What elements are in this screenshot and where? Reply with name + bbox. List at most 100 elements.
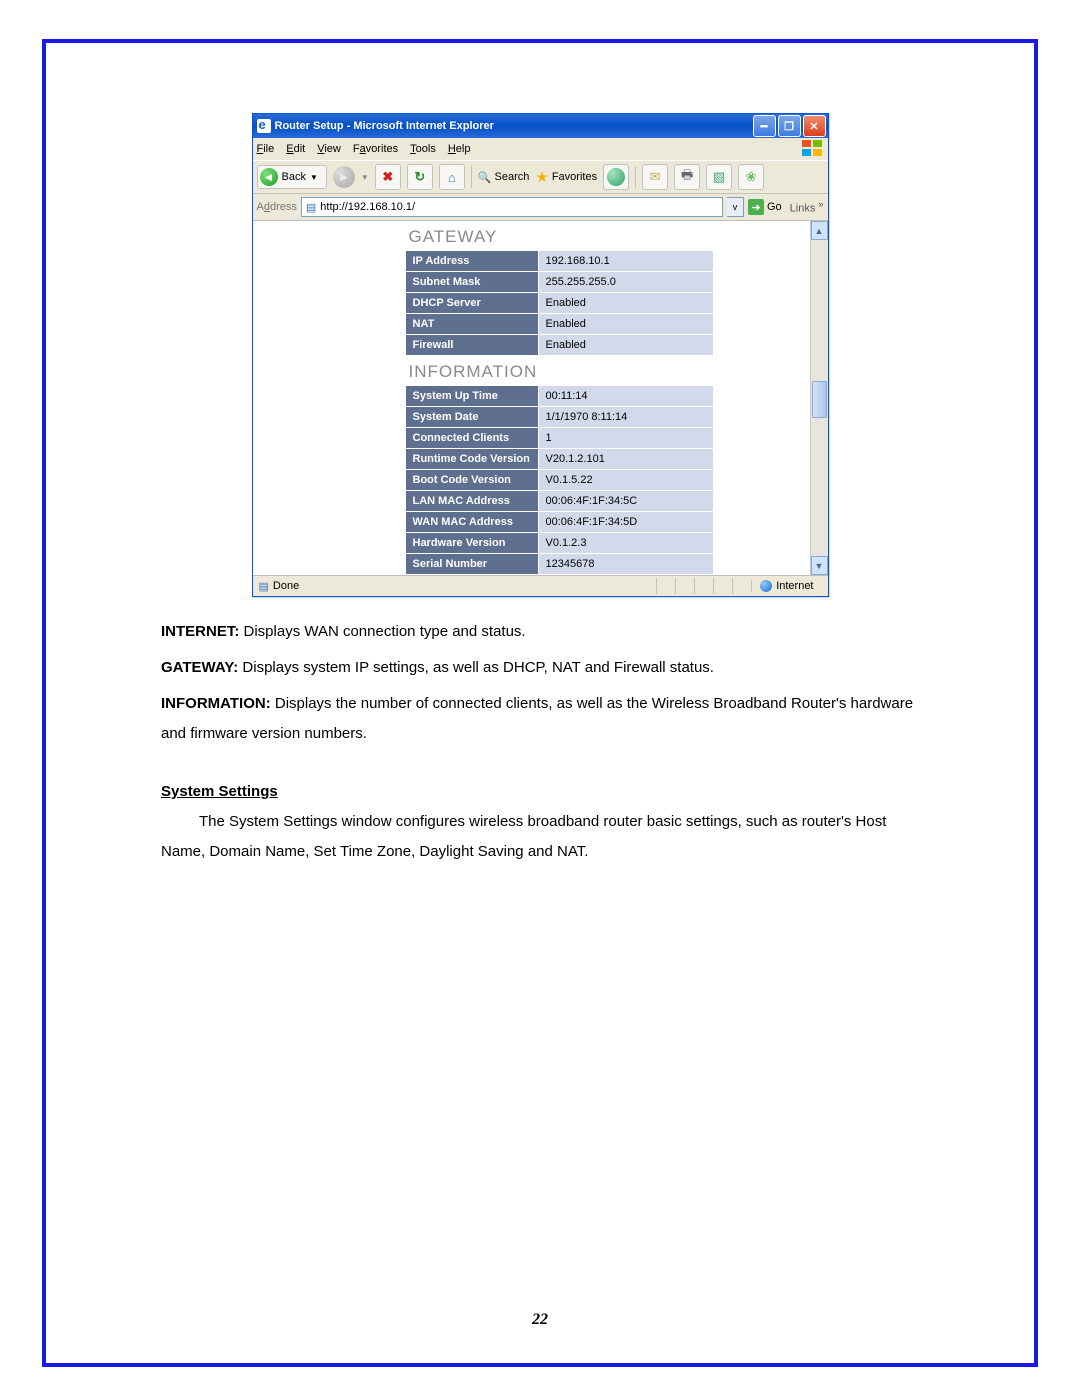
url-text: http://192.168.10.1/ — [320, 201, 415, 213]
chevron-down-icon: ▼ — [361, 173, 369, 182]
row-key: Hardware Version — [405, 533, 538, 554]
messenger-button[interactable]: ❀ — [738, 164, 764, 190]
table-row: Boot Code VersionV0.1.5.22 — [405, 470, 713, 491]
print-button[interactable]: 🖶 — [674, 164, 700, 190]
ie-window: Router Setup - Microsoft Internet Explor… — [252, 113, 829, 597]
edit-button[interactable]: ▧ — [706, 164, 732, 190]
mail-button[interactable]: ✉ — [642, 164, 668, 190]
table-row: System Up Time00:11:14 — [405, 386, 713, 407]
windows-flag-icon — [802, 140, 824, 158]
address-label: Address — [257, 201, 297, 213]
table-row: Serial Number12345678 — [405, 554, 713, 575]
scroll-thumb[interactable] — [812, 381, 827, 418]
row-value: Enabled — [538, 293, 713, 314]
search-icon: 🔍 — [478, 171, 492, 184]
row-key: System Date — [405, 407, 538, 428]
search-button[interactable]: 🔍 Search — [478, 171, 530, 184]
row-key: IP Address — [405, 251, 538, 272]
stop-button[interactable]: ✖ — [375, 164, 401, 190]
row-value: 00:06:4F:1F:34:5C — [538, 491, 713, 512]
scroll-down-icon[interactable]: ▼ — [811, 556, 828, 575]
page-content: GATEWAY IP Address192.168.10.1Subnet Mas… — [253, 221, 828, 575]
home-button[interactable]: ⌂ — [439, 164, 465, 190]
row-value: 192.168.10.1 — [538, 251, 713, 272]
page-icon: ▤ — [259, 580, 269, 593]
security-zone: Internet — [751, 580, 821, 592]
scroll-up-icon[interactable]: ▲ — [811, 221, 828, 240]
table-row: DHCP ServerEnabled — [405, 293, 713, 314]
menu-edit[interactable]: Edit — [286, 143, 305, 155]
row-key: NAT — [405, 314, 538, 335]
refresh-button[interactable]: ↻ — [407, 164, 433, 190]
address-bar: Address ▤ http://192.168.10.1/ v ➔ Go Li… — [253, 194, 828, 221]
system-settings-paragraph: The System Settings window configures wi… — [161, 807, 919, 867]
row-key: Firewall — [405, 335, 538, 356]
toolbar: ◄ Back ▼ ► ▼ ✖ ↻ ⌂ 🔍 Search ★ Favorites — [253, 160, 828, 194]
forward-button[interactable]: ► — [333, 166, 355, 188]
row-key: Connected Clients — [405, 428, 538, 449]
row-key: Serial Number — [405, 554, 538, 575]
menu-favorites[interactable]: Favorites — [353, 143, 398, 155]
section-header-information: INFORMATION — [405, 356, 810, 385]
row-value: Enabled — [538, 314, 713, 335]
vertical-scrollbar[interactable]: ▲ ▼ — [810, 221, 828, 575]
table-row: WAN MAC Address00:06:4F:1F:34:5D — [405, 512, 713, 533]
links-label[interactable]: Links » — [790, 199, 824, 215]
page-icon: ▤ — [306, 201, 316, 214]
window-titlebar[interactable]: Router Setup - Microsoft Internet Explor… — [253, 114, 828, 138]
history-button[interactable] — [603, 164, 629, 190]
back-label: Back — [282, 171, 306, 183]
menu-help[interactable]: Help — [448, 143, 471, 155]
row-value: 00:06:4F:1F:34:5D — [538, 512, 713, 533]
menu-file[interactable]: File — [257, 143, 275, 155]
url-field[interactable]: ▤ http://192.168.10.1/ — [301, 197, 723, 217]
row-key: System Up Time — [405, 386, 538, 407]
go-button[interactable]: ➔ Go — [748, 199, 782, 215]
label-gateway: GATEWAY: — [161, 659, 238, 676]
document-body-text: INTERNET: Displays WAN connection type a… — [161, 617, 919, 867]
table-row: LAN MAC Address00:06:4F:1F:34:5C — [405, 491, 713, 512]
row-key: LAN MAC Address — [405, 491, 538, 512]
page-number: 22 — [46, 1311, 1034, 1329]
section-header-gateway: GATEWAY — [405, 221, 810, 250]
back-button[interactable]: ◄ Back ▼ — [257, 165, 327, 189]
row-value: 12345678 — [538, 554, 713, 575]
row-key: Runtime Code Version — [405, 449, 538, 470]
gateway-table: IP Address192.168.10.1Subnet Mask255.255… — [405, 250, 714, 356]
row-key: Subnet Mask — [405, 272, 538, 293]
menu-tools[interactable]: Tools — [410, 143, 436, 155]
table-row: Subnet Mask255.255.255.0 — [405, 272, 713, 293]
menu-bar: File Edit View Favorites Tools Help — [253, 138, 828, 160]
close-button[interactable]: ✕ — [803, 115, 826, 137]
window-title: Router Setup - Microsoft Internet Explor… — [275, 120, 494, 132]
chevron-down-icon: ▼ — [310, 173, 318, 182]
row-value: Enabled — [538, 335, 713, 356]
information-table: System Up Time00:11:14System Date1/1/197… — [405, 385, 714, 575]
internet-zone-icon — [760, 580, 772, 592]
favorites-button[interactable]: ★ Favorites — [535, 168, 597, 186]
maximize-button[interactable]: ❐ — [778, 115, 801, 137]
table-row: Hardware VersionV0.1.2.3 — [405, 533, 713, 554]
row-value: 255.255.255.0 — [538, 272, 713, 293]
row-key: Boot Code Version — [405, 470, 538, 491]
table-row: NATEnabled — [405, 314, 713, 335]
minimize-button[interactable]: ━ — [753, 115, 776, 137]
star-icon: ★ — [535, 168, 548, 186]
url-dropdown[interactable]: v — [727, 197, 744, 217]
ie-logo-icon — [257, 119, 271, 133]
menu-view[interactable]: View — [317, 143, 341, 155]
row-value: V0.1.2.3 — [538, 533, 713, 554]
back-arrow-icon: ◄ — [260, 168, 278, 186]
row-value: 00:11:14 — [538, 386, 713, 407]
row-key: DHCP Server — [405, 293, 538, 314]
label-internet: INTERNET: — [161, 623, 239, 640]
row-key: WAN MAC Address — [405, 512, 538, 533]
history-icon — [607, 168, 625, 186]
table-row: Connected Clients1 — [405, 428, 713, 449]
table-row: IP Address192.168.10.1 — [405, 251, 713, 272]
row-value: V0.1.5.22 — [538, 470, 713, 491]
section-heading-system-settings: System Settings — [161, 777, 919, 807]
status-text: Done — [273, 580, 299, 592]
row-value: 1 — [538, 428, 713, 449]
row-value: V20.1.2.101 — [538, 449, 713, 470]
